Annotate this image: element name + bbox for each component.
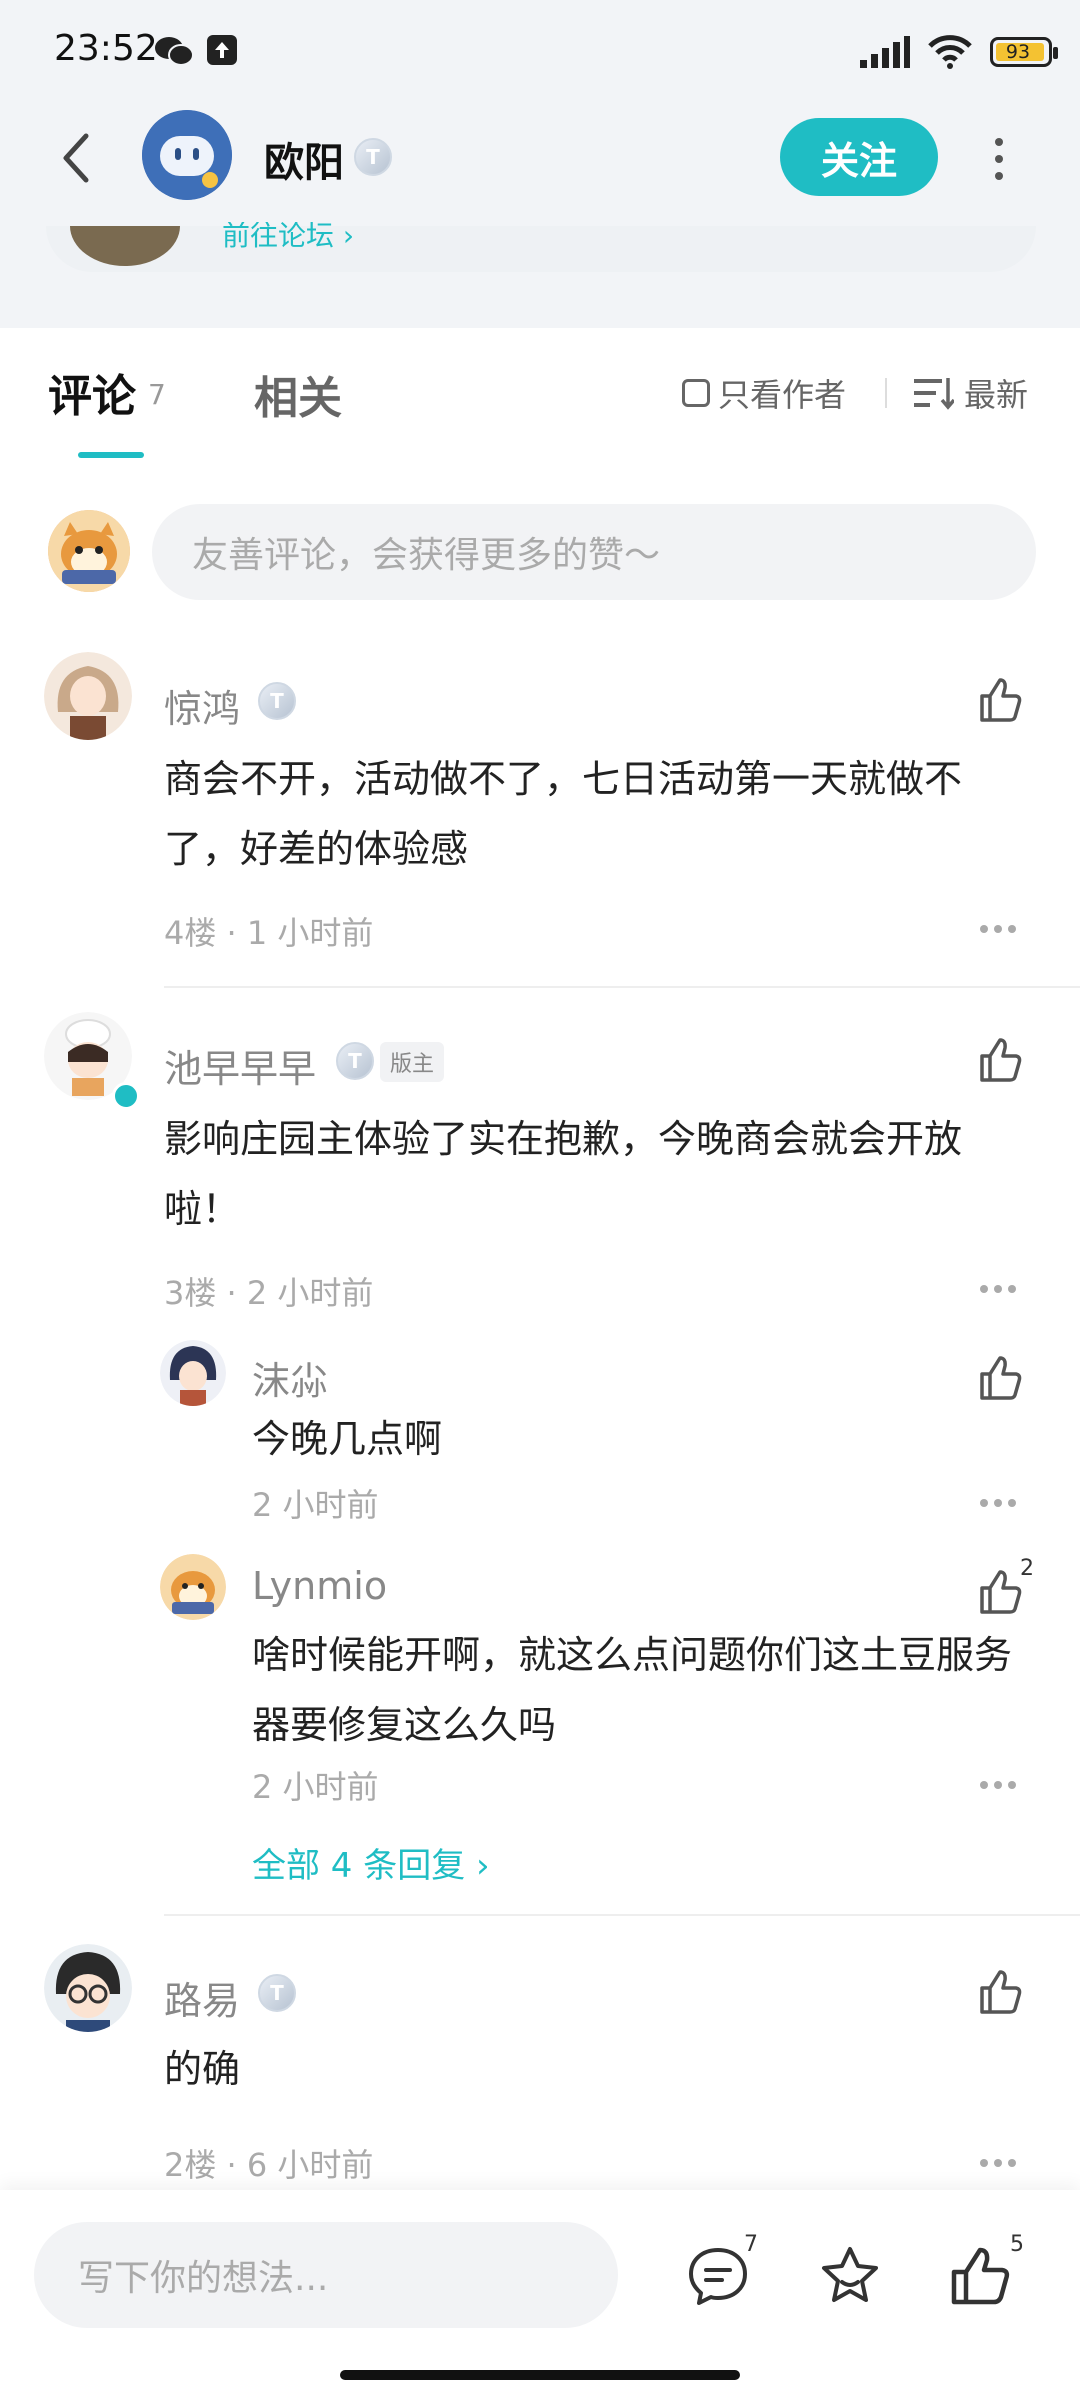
reply-author-name[interactable]: Lynmio [252,1564,387,1608]
author-name[interactable]: 欧阳 [264,130,344,188]
reply-more-button[interactable] [978,1776,1018,1789]
home-indicator [340,2370,740,2380]
status-time: 23:52 [54,28,158,69]
wifi-icon [928,35,972,69]
comment-more-button[interactable] [978,1280,1018,1293]
battery-icon: 93 [990,37,1058,67]
level-badge-icon: T [354,138,392,176]
comment-input-placeholder: 友善评论，会获得更多的赞～ [192,535,661,576]
wechat-icon [154,34,194,72]
level-badge-icon: T [336,1042,374,1080]
only-author-label: 只看作者 [718,376,847,414]
comment-text: 影响庄园主体验了实在抱歉，今晚商会就会开放啦！ [164,1117,963,1231]
comment-more-button[interactable] [978,2154,1018,2167]
like-button[interactable] [976,1354,1024,1402]
comment-divider [164,1914,1080,1916]
like-button[interactable] [976,1968,1024,2016]
thumbs-up-icon [980,1970,1022,2014]
follow-button[interactable]: 关注 [780,118,938,196]
horizontal-dots-icon [980,1781,1016,1789]
comment-text: 商会不开，活动做不了，七日活动第一天就做不了，好差的体验感 [164,757,963,871]
favorite-button[interactable] [818,2244,882,2308]
comment-divider [164,986,1080,988]
comment-author-name[interactable]: 路易 [164,1970,240,2025]
author-avatar[interactable] [142,110,232,200]
thumbs-up-icon [980,1570,1022,1614]
like-button[interactable] [976,1568,1024,1616]
only-author-filter[interactable]: 只看作者 [682,370,846,416]
comment-count: 7 [744,2232,758,2257]
filter-divider [885,378,887,408]
level-badge-icon: T [258,1974,296,2012]
reply-author-name[interactable]: 沫尛 [252,1350,328,1405]
comment-text: 的确 [164,2047,241,2091]
horizontal-dots-icon [980,925,1016,933]
view-all-replies-link[interactable]: 全部 4 条回复 › [252,1838,490,1887]
reply-more-button[interactable] [978,1494,1018,1507]
chevron-left-icon [63,133,89,183]
write-thought-input[interactable]: 写下你的想法... [34,2222,618,2328]
thumbs-up-icon [980,1356,1022,1400]
back-button[interactable] [56,128,96,188]
signal-icon [860,36,910,68]
like-count: 5 [1010,2232,1024,2257]
moderator-badge: 版主 [380,1042,445,1082]
sort-toggle[interactable]: 最新 [914,370,1028,416]
reply-text: 今晚几点啊 [252,1417,443,1461]
comment-author-name[interactable]: 惊鸿 [164,678,240,733]
comment-more-button[interactable] [978,920,1018,933]
horizontal-dots-icon [980,2159,1016,2167]
reply-meta: 2 小时前 [252,1768,379,1806]
comment-meta: 4楼 · 1 小时前 [164,914,374,952]
comment-input[interactable]: 友善评论，会获得更多的赞～ [152,504,1036,600]
reply-text: 啥时候能开啊，就这么点问题你们这土豆服务器要修复这么久吗 [252,1633,1013,1747]
comment-meta: 3楼 · 2 小时前 [164,1274,374,1312]
upload-icon [206,34,238,70]
horizontal-dots-icon [980,1499,1016,1507]
like-button[interactable] [976,676,1024,724]
write-thought-placeholder: 写下你的想法... [78,2258,329,2299]
sort-icon [914,378,954,410]
reply-avatar[interactable] [160,1340,226,1406]
status-icons: 93 [860,30,1058,74]
checkbox-icon[interactable] [682,379,710,407]
more-options-button[interactable] [984,134,1014,184]
reply-avatar[interactable] [160,1554,226,1620]
tab-active-indicator [78,452,144,458]
forum-card-peek[interactable] [46,226,1036,272]
thumbs-up-icon [980,1038,1022,1082]
reply-meta: 2 小时前 [252,1486,379,1524]
comment-button[interactable] [686,2244,750,2308]
reply-like-count: 2 [1020,1556,1034,1581]
like-post-button[interactable] [948,2244,1012,2308]
comment-avatar[interactable] [44,1944,132,2032]
thumbs-up-icon [980,678,1022,722]
level-badge-icon: T [258,682,296,720]
horizontal-dots-icon [980,1285,1016,1293]
tab-related[interactable]: 相关 [254,362,342,426]
vertical-dots-icon [995,138,1003,180]
comment-author-name[interactable]: 池早早早 [164,1038,316,1093]
my-avatar[interactable] [48,510,130,592]
tab-comments[interactable]: 评论 [48,360,136,424]
thumbs-up-icon [951,2247,1010,2305]
like-button[interactable] [976,1036,1024,1084]
comment-bubble-icon [689,2248,747,2305]
comment-avatar[interactable] [44,652,132,740]
comment-meta: 2楼 · 6 小时前 [164,2146,374,2184]
verified-icon [112,1082,140,1110]
sort-label: 最新 [964,376,1029,414]
star-icon [822,2247,878,2302]
tab-comments-count: 7 [148,378,166,411]
